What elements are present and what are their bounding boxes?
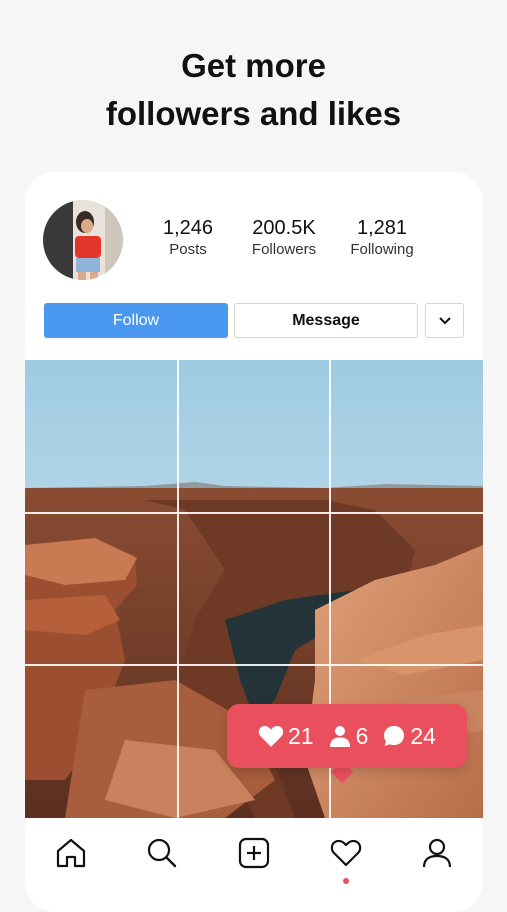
headline-line-2: followers and likes (105, 95, 402, 132)
comments-count: 24 (410, 722, 436, 749)
stat-followers[interactable]: 200.5K Followers (243, 216, 325, 260)
grid-divider (177, 360, 179, 818)
avatar-image (43, 200, 123, 280)
comment-icon (384, 726, 405, 746)
posts-count: 1,246 (162, 217, 214, 239)
likes-count: 21 (288, 722, 314, 749)
person-icon (329, 726, 350, 747)
heart-icon (258, 726, 284, 747)
message-button[interactable]: Message (234, 303, 418, 338)
comments-count-item: 24 (382, 723, 436, 750)
chevron-down-icon (438, 316, 451, 324)
profile-card: 1,246 Posts 200.5K Followers 1,281 Follo… (25, 172, 483, 912)
likes-count-item: 21 (258, 723, 314, 750)
activity-notification[interactable]: 21 6 24 (227, 704, 467, 768)
headline-line-1: Get more (181, 47, 326, 84)
following-count: 1,281 (356, 217, 408, 239)
stat-posts[interactable]: 1,246 Posts (155, 216, 221, 260)
active-tab-indicator (343, 878, 349, 884)
tab-search[interactable] (145, 836, 179, 870)
followers-label: Followers (251, 241, 317, 258)
tab-add-post[interactable] (237, 836, 271, 870)
avatar[interactable] (43, 200, 123, 280)
search-icon (147, 838, 177, 868)
more-options-button[interactable] (425, 303, 464, 338)
following-label: Following (350, 241, 414, 258)
grid-divider (25, 664, 483, 666)
new-followers-count: 6 (355, 722, 369, 749)
tab-profile[interactable] (420, 836, 454, 870)
headline: Get more followers and likes (0, 42, 507, 138)
bottom-tab-bar (25, 818, 483, 908)
posts-label: Posts (169, 241, 207, 258)
profile-icon (422, 838, 452, 868)
followers-count: 200.5K (252, 217, 316, 239)
grid-divider (25, 512, 483, 514)
add-post-icon (238, 837, 270, 869)
stat-following[interactable]: 1,281 Following (343, 216, 421, 260)
home-icon (56, 838, 86, 868)
follow-button[interactable]: Follow (44, 303, 228, 338)
heart-outline-icon (330, 839, 362, 867)
tab-home[interactable] (54, 836, 88, 870)
followers-count-item: 6 (328, 722, 369, 750)
tab-activity[interactable] (329, 836, 363, 870)
